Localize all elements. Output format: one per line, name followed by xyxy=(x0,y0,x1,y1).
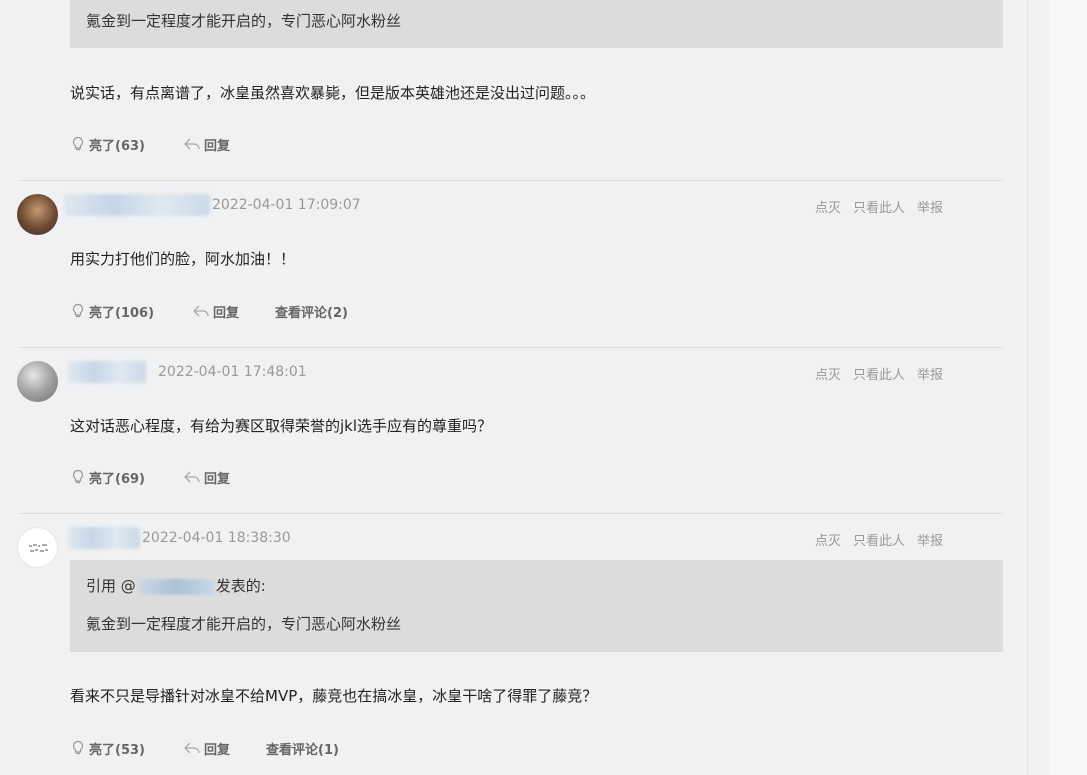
divider xyxy=(18,180,1003,181)
dislike-link[interactable]: 点灭 xyxy=(815,530,841,549)
report-link[interactable]: 举报 xyxy=(917,364,943,383)
like-button[interactable]: 亮了(53) xyxy=(70,739,145,758)
quote-block: 氪金到一定程度才能开启的，专门恶心阿水粉丝 xyxy=(70,0,1003,48)
reply-arrow-icon xyxy=(184,138,200,150)
post-time: 2022-04-01 18:38:30 xyxy=(142,530,291,546)
post-body: 用实力打他们的脸，阿水加油！！ xyxy=(70,250,296,268)
view-comments-link[interactable]: 查看评论(1) xyxy=(266,739,339,758)
post-tools: 点灭 只看此人 举报 xyxy=(815,364,943,383)
reply-arrow-icon xyxy=(184,471,200,483)
post-actions: 亮了(69) 回复 xyxy=(70,467,230,487)
report-link[interactable]: 举报 xyxy=(917,197,943,216)
quote-text: 氪金到一定程度才能开启的，专门恶心阿水粉丝 xyxy=(86,12,402,30)
like-button[interactable]: 亮了(63) xyxy=(70,135,145,154)
post-tools: 点灭 只看此人 举报 xyxy=(815,197,943,216)
lightbulb-icon xyxy=(72,303,84,318)
reply-label: 回复 xyxy=(203,138,230,154)
right-sidebar xyxy=(1050,0,1087,775)
view-comments-link[interactable]: 查看评论(2) xyxy=(275,302,348,321)
reply-button[interactable]: 回复 xyxy=(192,302,239,321)
lightbulb-icon xyxy=(72,469,84,484)
comments-label: 查看评论(1) xyxy=(266,742,339,758)
post-body: 这对话恶心程度，有给为赛区取得荣誉的jkl选手应有的尊重吗？ xyxy=(70,417,493,435)
avatar[interactable] xyxy=(17,361,58,402)
reply-label: 回复 xyxy=(213,305,240,321)
reply-label: 回复 xyxy=(203,471,230,487)
like-label: 亮了(69) xyxy=(89,471,145,487)
quote-prefix: 引用 @ xyxy=(86,577,136,595)
only-this-user-link[interactable]: 只看此人 xyxy=(853,364,905,383)
comments-label: 查看评论(2) xyxy=(275,305,348,321)
report-link[interactable]: 举报 xyxy=(917,530,943,549)
calligraphy-avatar-image xyxy=(29,544,48,552)
quoted-user-blurred[interactable] xyxy=(137,578,214,595)
dislike-link[interactable]: 点灭 xyxy=(815,364,841,383)
post-body: 看来不只是导播针对冰皇不给MVP，藤竞也在搞冰皇，冰皇干啥了得罪了藤竞？ xyxy=(70,687,598,705)
reply-button[interactable]: 回复 xyxy=(183,739,230,758)
post-actions: 亮了(63) 回复 xyxy=(70,134,230,154)
lightbulb-icon xyxy=(72,740,84,755)
only-this-user-link[interactable]: 只看此人 xyxy=(853,530,905,549)
quote-block: 引用 @ 发表的: 氪金到一定程度才能开启的，专门恶心阿水粉丝 xyxy=(70,560,1003,652)
lightbulb-icon xyxy=(72,136,84,151)
thread-main: 氪金到一定程度才能开启的，专门恶心阿水粉丝 说实话，有点离谱了，冰皇虽然喜欢暴毙… xyxy=(0,0,1027,775)
avatar[interactable] xyxy=(17,194,58,235)
username-blurred[interactable] xyxy=(64,194,210,216)
reply-button[interactable]: 回复 xyxy=(183,468,230,487)
quote-suffix: 发表的: xyxy=(215,577,266,595)
reply-button[interactable]: 回复 xyxy=(183,135,230,154)
post-body: 说实话，有点离谱了，冰皇虽然喜欢暴毙，但是版本英雄池还是没出过问题。。。 xyxy=(70,84,596,102)
divider xyxy=(18,347,1003,348)
quote-text: 氪金到一定程度才能开启的，专门恶心阿水粉丝 xyxy=(86,615,402,633)
quote-header: 引用 @ 发表的: xyxy=(86,575,266,596)
like-label: 亮了(106) xyxy=(89,305,155,321)
username-blurred[interactable] xyxy=(68,361,146,383)
like-label: 亮了(53) xyxy=(89,742,145,758)
post-actions: 亮了(53) 回复 查看评论(1) xyxy=(70,738,339,758)
post-tools: 点灭 只看此人 举报 xyxy=(815,530,943,549)
reply-label: 回复 xyxy=(203,742,230,758)
avatar[interactable] xyxy=(17,527,58,568)
post-time: 2022-04-01 17:09:07 xyxy=(212,197,361,213)
like-label: 亮了(63) xyxy=(89,138,145,154)
like-button[interactable]: 亮了(69) xyxy=(70,468,145,487)
content-border xyxy=(1027,0,1028,775)
only-this-user-link[interactable]: 只看此人 xyxy=(853,197,905,216)
reply-arrow-icon xyxy=(184,742,200,754)
like-button[interactable]: 亮了(106) xyxy=(70,302,154,321)
post-time: 2022-04-01 17:48:01 xyxy=(158,364,307,380)
dislike-link[interactable]: 点灭 xyxy=(815,197,841,216)
divider xyxy=(18,513,1003,514)
username-blurred[interactable] xyxy=(68,527,140,549)
post-actions: 亮了(106) 回复 查看评论(2) xyxy=(70,301,348,321)
reply-arrow-icon xyxy=(193,305,209,317)
